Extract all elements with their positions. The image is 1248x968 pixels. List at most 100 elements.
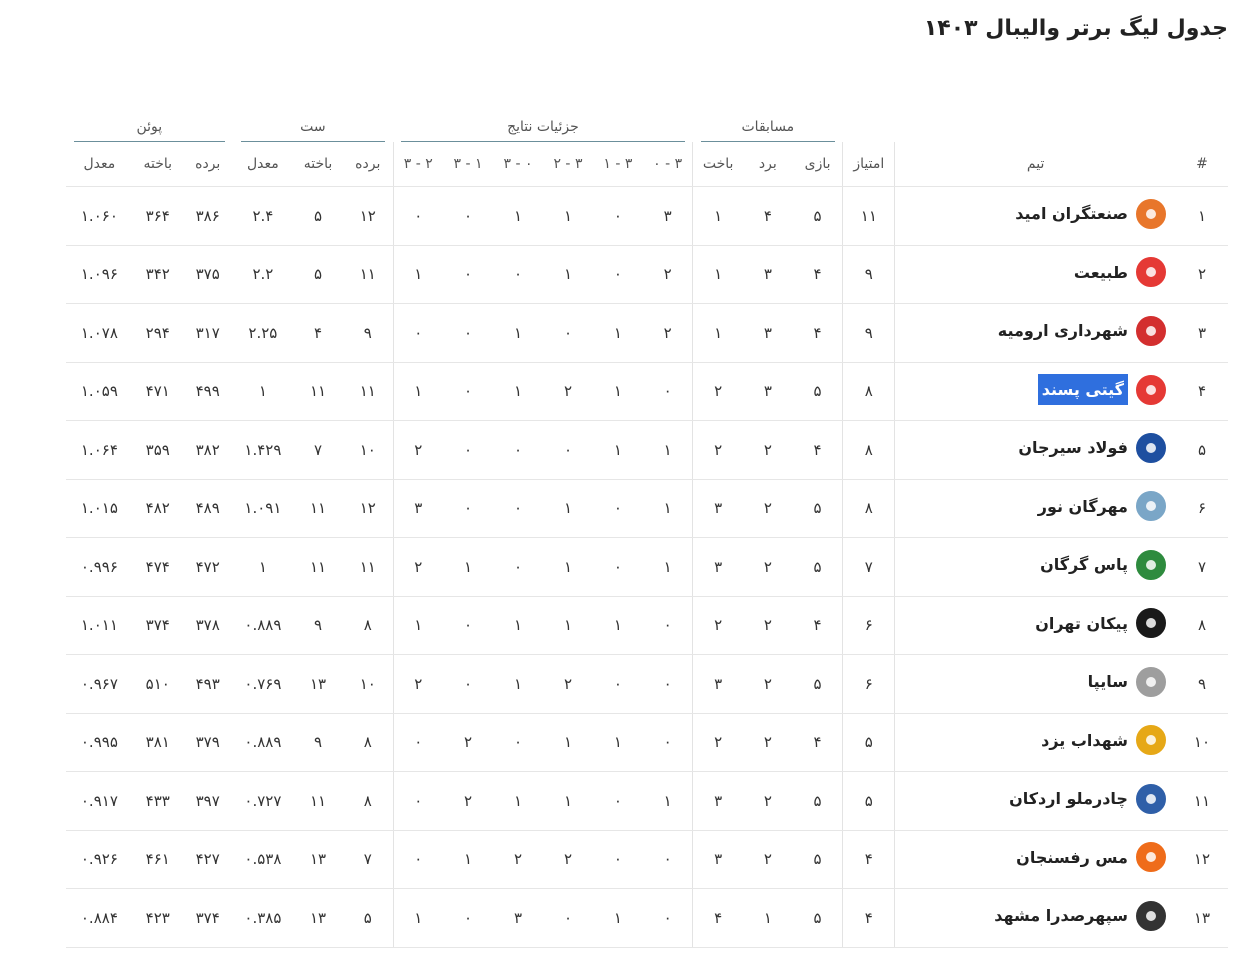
table-row[interactable]: ۸ پیکان تهران ۶ ۴ ۲ ۲ ۰ ۱ ۱ ۱ ۰ ۱ ۸ ۹ ۰.۸۸۹ ۳۷۸ ۳۷۴ ۱.۰۱۱	[66, 596, 1228, 655]
cell-r13: ۲	[443, 771, 494, 831]
team-cell[interactable]: سایپا	[894, 654, 1176, 714]
cell-r31: ۰	[592, 537, 643, 597]
cell-r30: ۱	[642, 537, 693, 597]
cell-r03: ۰	[493, 537, 543, 597]
table-row[interactable]: ۴ گیتی پسند ۸ ۵ ۳ ۲ ۰ ۱ ۲ ۱ ۰ ۱ ۱۱ ۱۱ ۱ ۴۹۹ ۴۷۱ ۱.۰۵۹	[66, 362, 1228, 421]
cell-r31: ۰	[592, 654, 643, 714]
table-row[interactable]: ۱۳ سپهرصدرا مشهد ۴ ۵ ۱ ۴ ۰ ۱ ۰ ۳ ۰ ۱ ۵ ۱۳ ۰.۳۸۵ ۳۷۴ ۴۲۳ ۰…	[66, 888, 1228, 948]
table-row[interactable]: ۱۰ شهداب یزد ۵ ۴ ۲ ۲ ۰ ۱ ۱ ۰ ۲ ۰ ۸ ۹ ۰.۸۸۹ ۳۷۹ ۳۸۱ ۰.۹۹۵	[66, 713, 1228, 772]
team-name[interactable]: پیکان تهران	[1035, 612, 1128, 635]
team-name[interactable]: گیتی پسند	[1037, 374, 1128, 405]
table-row[interactable]: ۳ شهرداری ارومیه ۹ ۴ ۳ ۱ ۲ ۱ ۰ ۱ ۰ ۰ ۹ ۴ ۲.۲۵ ۳۱۷ ۲۹۴ ۱.۰…	[66, 303, 1228, 363]
col-r23: ۲ - ۳	[392, 142, 444, 187]
col-points-lost: باخته	[132, 142, 183, 187]
cell-won: ۲	[742, 420, 793, 480]
team-link[interactable]: سایپا	[1088, 666, 1166, 697]
cell-sets-won: ۸	[343, 771, 394, 831]
cell-points-avg: ۱.۰۱۵	[66, 479, 133, 538]
team-link[interactable]: چادرملو اردکان	[1009, 783, 1166, 814]
table-row[interactable]: ۱ صنعتگران امید ۱۱ ۵ ۴ ۱ ۳ ۰ ۱ ۱ ۰ ۰ ۱۲ ۵ ۲.۴ ۳۸۶ ۳۶۴ ۱.۰…	[66, 186, 1228, 246]
cell-points-won: ۳۷۹	[182, 713, 233, 772]
team-logo-icon	[1135, 608, 1166, 639]
cell-lost: ۳	[692, 771, 743, 831]
cell-sets-avg: ۰.۳۸۵	[232, 888, 294, 948]
table-row[interactable]: ۵ فولاد سیرجان ۸ ۴ ۲ ۲ ۱ ۱ ۰ ۰ ۰ ۲ ۱۰ ۷ ۱.۴۲۹ ۳۸۲ ۳۵۹ ۱.۰…	[66, 420, 1228, 480]
team-cell[interactable]: شهرداری ارومیه	[894, 303, 1176, 363]
team-link[interactable]: پیکان تهران	[1035, 608, 1166, 639]
team-cell[interactable]: چادرملو اردکان	[894, 771, 1176, 831]
team-link[interactable]: مهرگان نور	[1038, 491, 1166, 522]
team-name[interactable]: چادرملو اردکان	[1009, 787, 1128, 810]
table-row[interactable]: ۹ سایپا ۶ ۵ ۲ ۳ ۰ ۰ ۲ ۱ ۰ ۲ ۱۰ ۱۳ ۰.۷۶۹ ۴۹۳ ۵۱۰ ۰.۹۶۷	[66, 654, 1228, 714]
rank-cell: ۲	[1175, 245, 1228, 304]
cell-points-lost: ۳۴۲	[132, 245, 183, 304]
team-cell[interactable]: فولاد سیرجان	[894, 420, 1176, 480]
cell-lost: ۳	[692, 830, 743, 889]
team-cell[interactable]: طبیعت	[894, 245, 1176, 304]
cell-points-won: ۴۷۲	[182, 537, 233, 597]
cell-sets-avg: ۰.۷۶۹	[232, 654, 294, 714]
team-link[interactable]: فولاد سیرجان	[1018, 432, 1166, 463]
team-link[interactable]: مس رفسنجان	[1016, 842, 1166, 873]
team-cell[interactable]: گیتی پسند	[894, 362, 1176, 421]
table-row[interactable]: ۲ طبیعت ۹ ۴ ۳ ۱ ۲ ۰ ۱ ۰ ۰ ۱ ۱۱ ۵ ۲.۲ ۳۷۵ ۳۴۲ ۱.۰۹۶	[66, 245, 1228, 304]
col-won: برد	[742, 142, 793, 187]
team-cell[interactable]: شهداب یزد	[894, 713, 1176, 772]
cell-points-avg: ۱.۰۶۰	[66, 186, 133, 246]
rank-cell: ۱۱	[1175, 771, 1228, 831]
team-cell[interactable]: مس رفسنجان	[894, 830, 1176, 889]
team-link[interactable]: صنعتگران امید	[1015, 198, 1166, 229]
team-cell[interactable]: مهرگان نور	[894, 479, 1176, 538]
col-points-avg: معدل	[66, 142, 133, 187]
team-name[interactable]: سپهرصدرا مشهد	[994, 904, 1128, 927]
team-logo-icon	[1135, 315, 1166, 346]
team-name[interactable]: شهداب یزد	[1041, 729, 1128, 752]
team-link[interactable]: گیتی پسند	[1037, 374, 1166, 405]
team-name[interactable]: فولاد سیرجان	[1018, 436, 1128, 459]
cell-points-won: ۳۹۷	[182, 771, 233, 831]
team-cell[interactable]: پیکان تهران	[894, 596, 1176, 655]
cell-played: ۵	[792, 830, 843, 889]
team-link[interactable]: شهداب یزد	[1041, 725, 1166, 756]
cell-points-avg: ۰.۹۱۷	[66, 771, 133, 831]
team-name[interactable]: شهرداری ارومیه	[998, 319, 1128, 342]
cell-r03: ۰	[493, 479, 543, 538]
team-name[interactable]: صنعتگران امید	[1015, 202, 1128, 225]
team-name[interactable]: مهرگان نور	[1038, 495, 1128, 518]
team-link[interactable]: پاس گرگان	[1040, 549, 1166, 580]
team-cell[interactable]: صنعتگران امید	[894, 186, 1176, 246]
cell-sets-won: ۱۱	[343, 362, 394, 421]
rank-cell: ۱۲	[1175, 830, 1228, 889]
table-row[interactable]: ۷ پاس گرگان ۷ ۵ ۲ ۳ ۱ ۰ ۱ ۰ ۱ ۲ ۱۱ ۱۱ ۱ ۴۷۲ ۴۷۴ ۰.۹۹۶	[66, 537, 1228, 597]
cell-r32: ۰	[542, 303, 593, 363]
team-name[interactable]: مس رفسنجان	[1016, 846, 1128, 869]
cell-r13: ۱	[443, 830, 494, 889]
team-logo-icon	[1135, 374, 1166, 405]
cell-won: ۲	[742, 713, 793, 772]
team-cell[interactable]: سپهرصدرا مشهد	[894, 888, 1176, 948]
cell-won: ۱	[742, 888, 793, 948]
cell-r31: ۱	[592, 362, 643, 421]
table-row[interactable]: ۶ مهرگان نور ۸ ۵ ۲ ۳ ۱ ۰ ۱ ۰ ۰ ۳ ۱۲ ۱۱ ۱.۰۹۱ ۴۸۹ ۴۸۲ ۱.۰۱…	[66, 479, 1228, 538]
cell-sets-lost: ۱۱	[293, 771, 344, 831]
team-name[interactable]: سایپا	[1088, 670, 1128, 693]
cell-won: ۳	[742, 303, 793, 363]
team-link[interactable]: طبیعت	[1074, 257, 1166, 288]
table-row[interactable]: ۱۱ چادرملو اردکان ۵ ۵ ۲ ۳ ۱ ۰ ۱ ۱ ۲ ۰ ۸ ۱۱ ۰.۷۲۷ ۳۹۷ ۴۳۳…	[66, 771, 1228, 831]
cell-points-lost: ۴۲۳	[132, 888, 183, 948]
team-link[interactable]: شهرداری ارومیه	[998, 315, 1166, 346]
team-logo-icon	[1135, 198, 1166, 229]
cell-points-avg: ۱.۰۷۸	[66, 303, 133, 363]
cell-lost: ۲	[692, 596, 743, 655]
team-name[interactable]: پاس گرگان	[1040, 553, 1128, 576]
cell-sets-avg: ۲.۴	[232, 186, 294, 246]
group-matches: مسابقات	[700, 119, 835, 142]
cell-r03: ۱	[493, 771, 543, 831]
cell-r30: ۰	[642, 654, 693, 714]
team-link[interactable]: سپهرصدرا مشهد	[994, 900, 1166, 931]
team-cell[interactable]: پاس گرگان	[894, 537, 1176, 597]
group-sets: ست	[240, 119, 386, 142]
table-row[interactable]: ۱۲ مس رفسنجان ۴ ۵ ۲ ۳ ۰ ۰ ۲ ۲ ۱ ۰ ۷ ۱۳ ۰.۵۳۸ ۴۲۷ ۴۶۱ ۰.۹۲…	[66, 830, 1228, 889]
team-name[interactable]: طبیعت	[1074, 261, 1128, 284]
rank-cell: ۱	[1175, 186, 1228, 246]
